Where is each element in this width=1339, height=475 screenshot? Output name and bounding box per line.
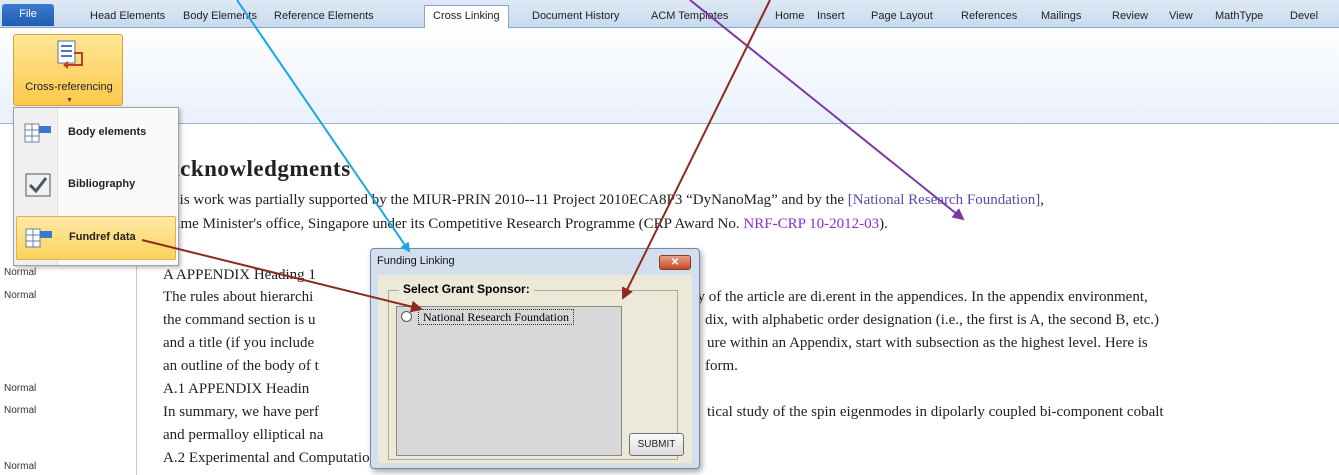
- tab-mailings[interactable]: Mailings: [1041, 6, 1081, 28]
- group-label: Select Grant Sponsor:: [399, 282, 534, 296]
- tab-reference-elements[interactable]: Reference Elements: [274, 6, 374, 28]
- para-line: and a title (if you include: [163, 335, 315, 351]
- sub-heading: A.1 APPENDIX Headin: [163, 381, 310, 397]
- menu-item-label: Body elements: [68, 126, 147, 138]
- para-line: and permalloy elliptical na: [163, 427, 324, 443]
- para-line: In summary, we have perf: [163, 404, 320, 420]
- text-run: ).: [879, 216, 888, 232]
- para-line: The rules about hierarchi: [163, 289, 314, 305]
- style-label: Normal: [4, 405, 37, 416]
- tab-document-history[interactable]: Document History: [532, 6, 619, 28]
- para-line: an outline of the body of t: [163, 358, 319, 374]
- para-line: form.: [705, 358, 738, 374]
- checkbox-icon: [25, 173, 51, 197]
- tab-review[interactable]: Review: [1112, 6, 1148, 28]
- menu-item-label: Fundref data: [69, 231, 136, 243]
- page-title: Acknowledgments: [163, 156, 351, 181]
- tab-insert[interactable]: Insert: [817, 6, 845, 28]
- tab-body-elements[interactable]: Body Elements: [183, 6, 257, 28]
- cross-referencing-menu: Body elements Bibliography Fundref data: [13, 107, 179, 266]
- table-link-icon: [24, 123, 51, 143]
- sponsor-option-label: National Research Foundation: [418, 309, 574, 325]
- tab-head-elements[interactable]: Head Elements: [90, 6, 165, 28]
- ack-line-2: Prime Minister's office, Singapore under…: [163, 216, 888, 233]
- dialog-title: Funding Linking: [377, 255, 455, 267]
- chevron-down-icon: ▼: [66, 97, 73, 104]
- ribbon-panel: Cross-referencing ▼: [0, 28, 1339, 124]
- menu-item-fundref-data[interactable]: Fundref data: [16, 216, 176, 260]
- funding-linking-dialog: Funding Linking ✕ Select Grant Sponsor: …: [370, 248, 700, 469]
- cross-referencing-label: Cross-referencing: [25, 81, 113, 93]
- ribbon-tab-bar: File Head Elements Body Elements Referen…: [0, 0, 1339, 28]
- text-run: Prime Minister's office, Singapore under…: [163, 216, 744, 232]
- para-line: dy of the article are di.erent in the ap…: [690, 289, 1148, 305]
- close-icon[interactable]: ✕: [659, 255, 691, 270]
- tab-developer[interactable]: Devel: [1290, 6, 1318, 28]
- tab-page-layout[interactable]: Page Layout: [871, 6, 933, 28]
- para-line: the command section is u: [163, 312, 316, 328]
- para-line: ure within an Appendix, start with subse…: [707, 335, 1148, 351]
- tab-cross-linking[interactable]: Cross Linking: [424, 5, 509, 28]
- menu-item-body-elements[interactable]: Body elements: [16, 112, 176, 156]
- style-label: Normal: [4, 461, 37, 472]
- tab-view[interactable]: View: [1169, 6, 1193, 28]
- text-run: This work was partially supported by the…: [163, 192, 848, 208]
- award-number-link[interactable]: NRF-CRP 10-2012-03: [743, 216, 879, 232]
- cross-referencing-button[interactable]: Cross-referencing ▼: [13, 34, 123, 106]
- tab-references[interactable]: References: [961, 6, 1017, 28]
- sponsor-option[interactable]: National Research Foundation: [401, 309, 574, 326]
- para-line: dix, with alphabetic order designation (…: [705, 312, 1160, 328]
- style-label: Normal: [4, 383, 37, 394]
- cross-reference-icon: [57, 40, 83, 69]
- menu-item-bibliography[interactable]: Bibliography: [16, 164, 176, 208]
- tab-home[interactable]: Home: [775, 6, 804, 28]
- submit-button[interactable]: SUBMIT: [629, 433, 684, 456]
- style-label: Normal: [4, 267, 37, 278]
- text-run: ,: [1040, 192, 1044, 208]
- style-label: Normal: [4, 290, 37, 301]
- ack-line-1: This work was partially supported by the…: [163, 192, 1044, 209]
- appendix-heading: A APPENDIX Heading 1: [163, 267, 316, 283]
- funder-link[interactable]: [National Research Foundation]: [848, 192, 1040, 208]
- para-line: tical study of the spin eigenmodes in di…: [707, 404, 1164, 420]
- radio-button[interactable]: [401, 311, 412, 322]
- menu-item-label: Bibliography: [68, 178, 136, 190]
- tab-acm-templates[interactable]: ACM Templates: [651, 6, 728, 28]
- sponsor-listbox[interactable]: National Research Foundation: [396, 306, 622, 456]
- table-link-icon: [25, 228, 52, 248]
- tab-mathtype[interactable]: MathType: [1215, 6, 1263, 28]
- tab-file[interactable]: File: [2, 4, 54, 26]
